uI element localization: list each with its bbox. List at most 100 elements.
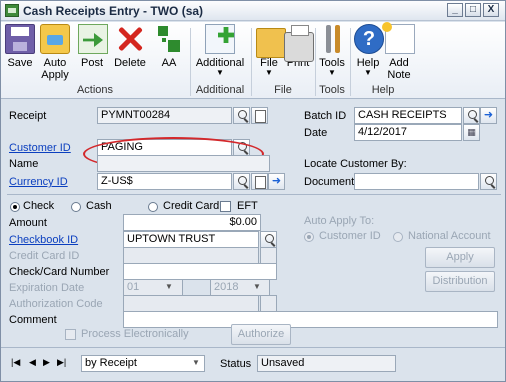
- receipt-field[interactable]: PYMNT00284: [97, 107, 232, 124]
- aa-button[interactable]: AA: [154, 24, 184, 69]
- help-button[interactable]: ? Help ▼: [354, 24, 384, 77]
- app-icon: [5, 4, 19, 17]
- document-field[interactable]: [354, 173, 479, 190]
- authorization-code-field: [123, 295, 259, 312]
- chevron-down-icon[interactable]: ▼: [188, 356, 204, 371]
- name-label: Name: [9, 158, 39, 170]
- last-record-icon[interactable]: ▶|: [57, 357, 66, 368]
- auto-apply-icon: [40, 24, 70, 54]
- additional-icon: [205, 24, 235, 54]
- cash-radio[interactable]: [71, 202, 81, 212]
- tools-icon: [318, 24, 348, 54]
- currency-note-icon[interactable]: [251, 173, 268, 190]
- window-title: Cash Receipts Entry - TWO (sa): [23, 4, 204, 18]
- save-icon: [5, 24, 35, 54]
- additional-dropdown-icon: ▼: [216, 68, 224, 77]
- auto-apply-label-2: Apply: [41, 69, 69, 81]
- first-record-icon[interactable]: |◀: [11, 357, 20, 368]
- batch-lookup-icon[interactable]: [463, 107, 480, 124]
- currency-id-link[interactable]: Currency ID: [9, 176, 68, 188]
- currency-id-field[interactable]: Z-US$: [97, 173, 232, 190]
- check-card-number-field[interactable]: [123, 263, 277, 280]
- document-label: Document: [304, 176, 355, 188]
- next-record-icon[interactable]: ▶: [43, 357, 50, 368]
- date-label: Date: [304, 127, 328, 139]
- distribution-button[interactable]: Distribution: [425, 271, 495, 292]
- process-electronically-checkbox: [65, 329, 76, 340]
- file-dropdown-icon: ▼: [265, 68, 273, 77]
- delete-button[interactable]: Delete: [113, 24, 147, 69]
- check-radio[interactable]: [10, 202, 20, 212]
- customer-id-link[interactable]: Customer ID: [9, 142, 71, 154]
- check-card-number-label: Check/Card Number: [9, 266, 110, 278]
- date-field[interactable]: 4/12/2017: [354, 124, 462, 141]
- add-note-button[interactable]: Add Note: [382, 22, 415, 81]
- sort-order-select[interactable]: by Receipt: [81, 355, 205, 372]
- post-icon: [78, 24, 108, 54]
- receipt-note-icon[interactable]: [251, 107, 268, 124]
- status-bar: |◀ ◀ ▶ ▶| by Receipt ▼ Status Unsaved: [1, 347, 505, 381]
- credit-card-lookup-icon: [260, 247, 277, 264]
- group-help: Help: [371, 84, 395, 96]
- credit-card-id-label: Credit Card ID: [9, 250, 80, 262]
- cash-receipts-window: Cash Receipts Entry - TWO (sa) _ □ X Sav…: [0, 0, 506, 382]
- minimize-button[interactable]: _: [447, 3, 463, 17]
- credit-card-radio-label: Credit Card: [163, 200, 220, 212]
- process-electronically-label: Process Electronically: [81, 328, 189, 340]
- auto-apply-button[interactable]: Auto Apply: [39, 24, 71, 81]
- save-button[interactable]: Save: [5, 24, 35, 69]
- apply-button[interactable]: Apply: [425, 247, 495, 268]
- status-value: Unsaved: [257, 355, 396, 372]
- group-actions: Actions: [76, 84, 114, 96]
- comment-field[interactable]: [123, 311, 498, 328]
- checkbook-id-field[interactable]: UPTOWN TRUST: [123, 231, 259, 248]
- ribbon-separator: [251, 28, 252, 96]
- printer-icon: [284, 25, 314, 62]
- document-lookup-icon[interactable]: [480, 173, 497, 190]
- chevron-down-icon: ▼: [165, 282, 173, 291]
- credit-card-radio[interactable]: [148, 202, 158, 212]
- group-file: File: [274, 84, 292, 96]
- amount-label: Amount: [9, 217, 47, 229]
- comment-label: Comment: [9, 314, 57, 326]
- currency-goto-icon[interactable]: ➜: [268, 173, 285, 190]
- receipt-label: Receipt: [9, 110, 47, 122]
- maximize-button[interactable]: □: [465, 3, 481, 17]
- batch-goto-icon[interactable]: ➜: [480, 107, 497, 124]
- status-label: Status: [220, 358, 252, 370]
- file-button[interactable]: File ▼: [256, 24, 286, 77]
- eft-checkbox[interactable]: [220, 201, 231, 212]
- print-button[interactable]: Print: [284, 24, 314, 69]
- checkbook-lookup-icon[interactable]: [260, 231, 277, 248]
- ribbon-toolbar: Save Auto Apply Post Delete AA Actions A…: [1, 22, 505, 99]
- post-button[interactable]: Post: [78, 24, 108, 69]
- authorize-button[interactable]: Authorize: [231, 324, 291, 345]
- amount-field[interactable]: $0.00: [123, 214, 261, 231]
- aa-icon: [154, 24, 184, 54]
- folder-icon: [256, 28, 286, 58]
- add-note-label-1: Add: [389, 57, 409, 69]
- delete-icon: [115, 24, 145, 54]
- batch-id-field[interactable]: CASH RECEIPTS: [354, 107, 462, 124]
- note-icon: [382, 22, 415, 54]
- close-button[interactable]: X: [483, 3, 499, 17]
- window-controls: _ □ X: [447, 3, 499, 17]
- name-field[interactable]: [97, 155, 270, 172]
- receipt-lookup-icon[interactable]: [233, 107, 250, 124]
- ribbon-separator: [350, 28, 351, 96]
- add-note-label-2: Note: [387, 69, 411, 81]
- auto-apply-to-label: Auto Apply To:: [304, 215, 375, 227]
- expiration-date-label: Expiration Date: [9, 282, 85, 294]
- previous-record-icon[interactable]: ◀: [29, 357, 36, 368]
- locate-customer-label: Locate Customer By:: [304, 158, 407, 170]
- national-account-radio: [393, 232, 403, 242]
- tools-button[interactable]: Tools ▼: [318, 24, 346, 77]
- batch-id-label: Batch ID: [304, 110, 347, 122]
- chevron-down-icon: ▼: [253, 282, 261, 291]
- tools-dropdown-icon: ▼: [328, 68, 336, 77]
- currency-lookup-icon[interactable]: [233, 173, 250, 190]
- checkbook-id-link[interactable]: Checkbook ID: [9, 234, 78, 246]
- calendar-icon[interactable]: ▦: [463, 124, 480, 141]
- additional-button[interactable]: Additional ▼: [193, 24, 247, 77]
- authorization-lookup-icon: [260, 295, 277, 312]
